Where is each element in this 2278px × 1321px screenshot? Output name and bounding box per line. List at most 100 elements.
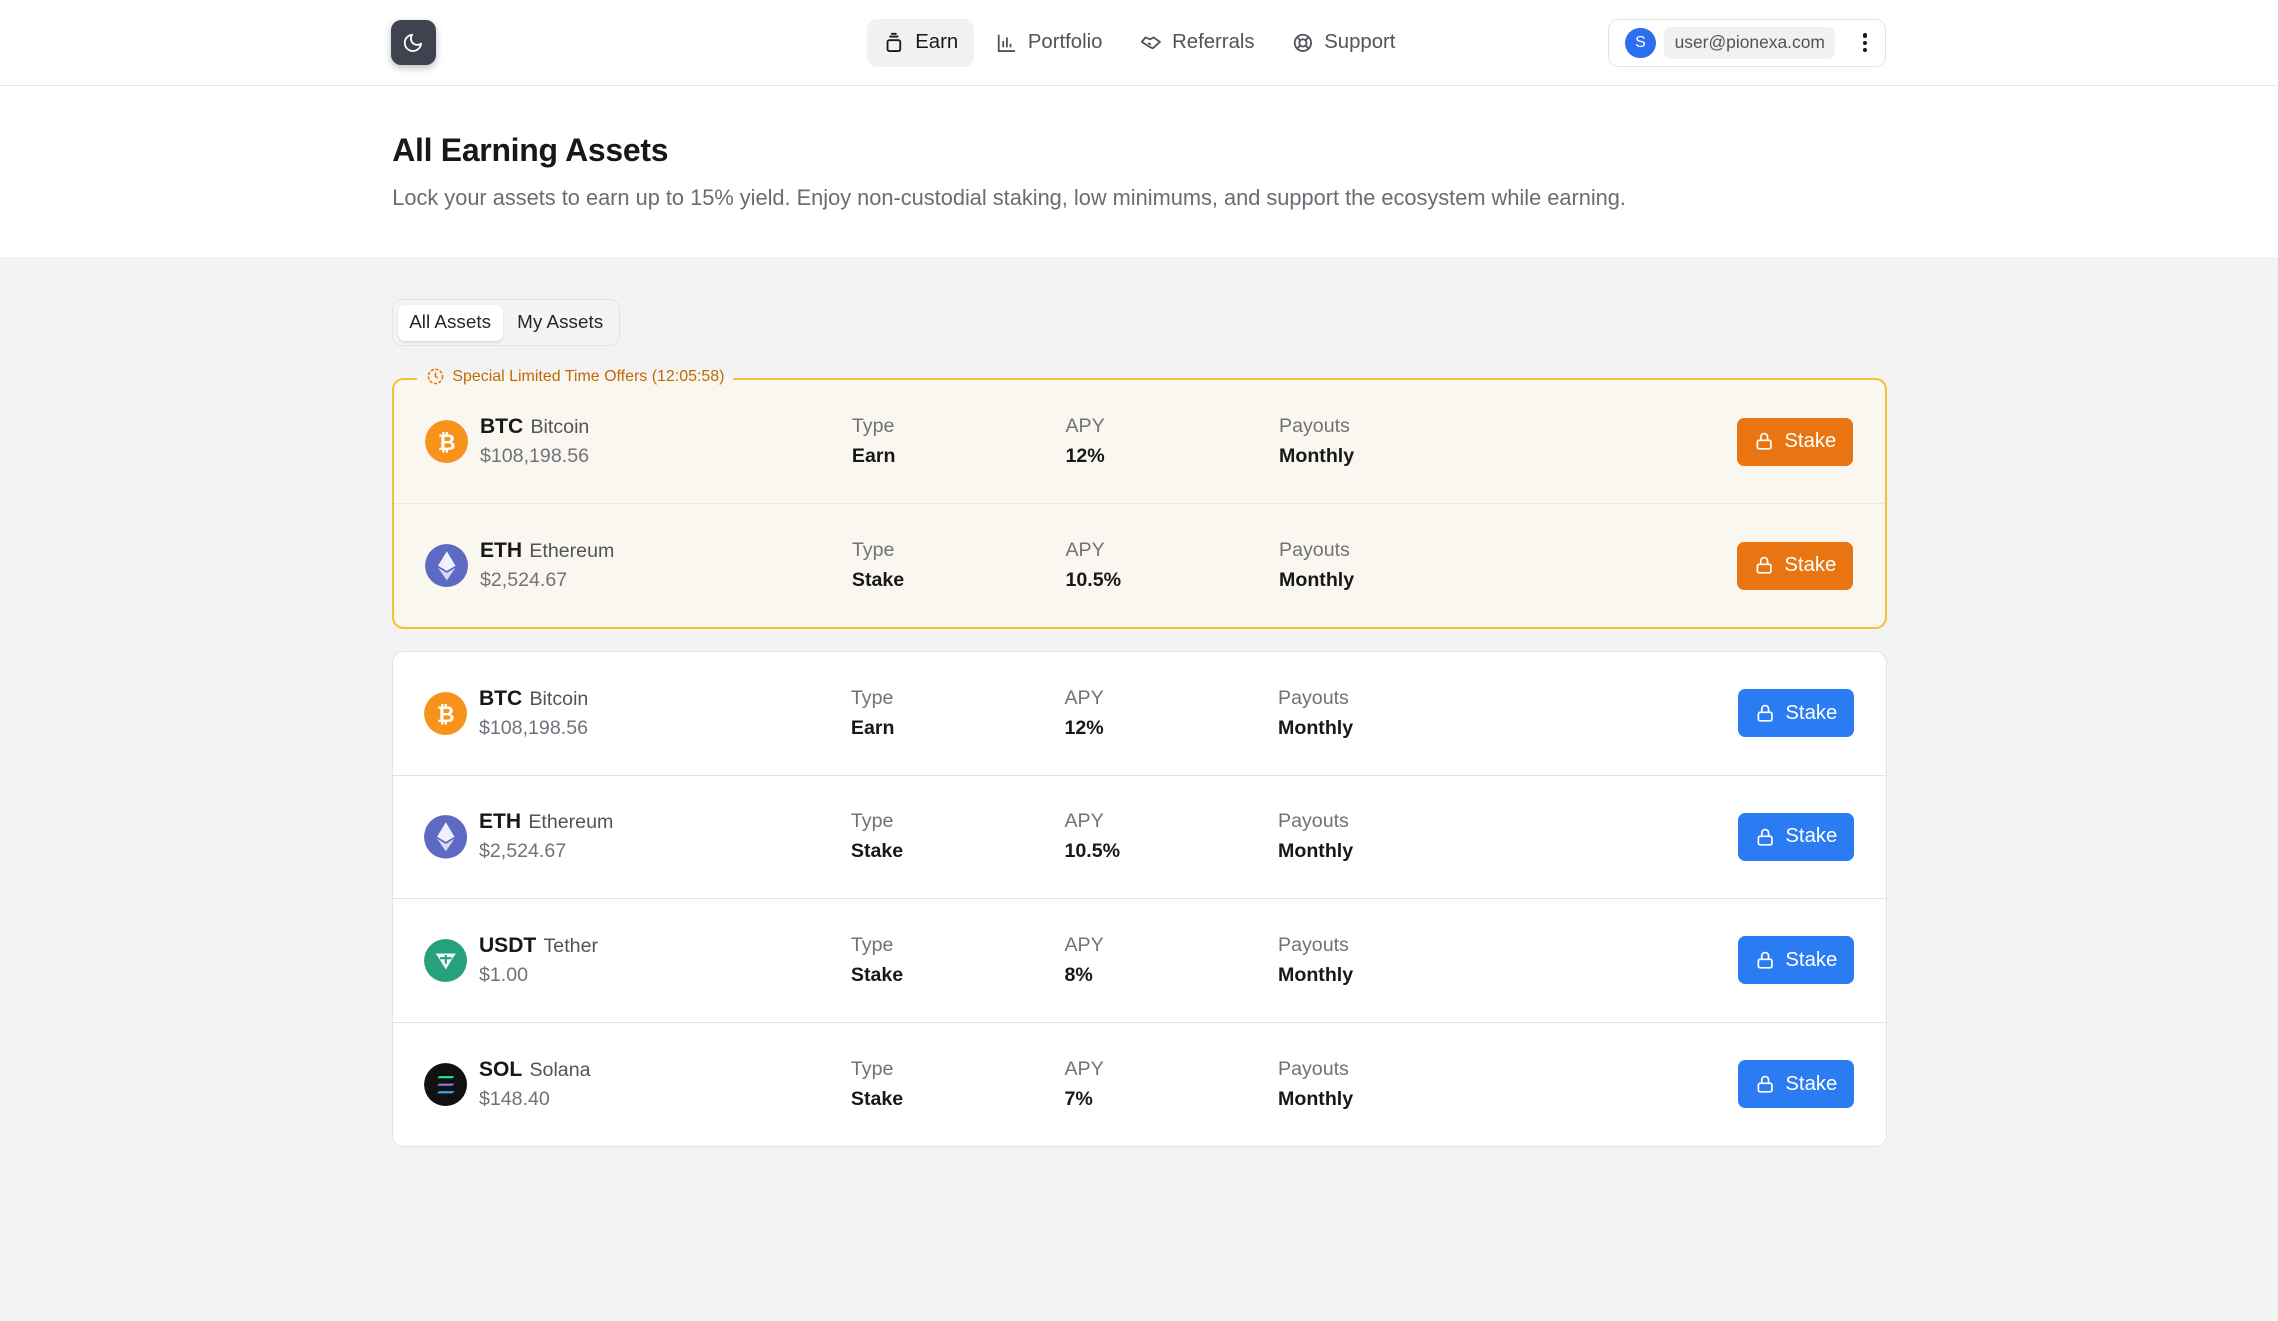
lock-icon (1757, 704, 1773, 722)
payouts-label: Payouts (1278, 933, 1349, 956)
stake-button[interactable]: Stake (1737, 541, 1854, 590)
btc-icon: ₿ (423, 691, 468, 736)
special-row: ETH Ethereum $2,524.67 Type Stake APY 10.5%… (394, 504, 1885, 627)
btc-icon: ₿ (424, 419, 469, 464)
type-cell: Type Earn (851, 687, 895, 740)
type-label: Type (850, 933, 894, 956)
asset-name: Tether (543, 934, 599, 957)
type-cell: Type Stake (851, 810, 903, 863)
theme-toggle-button[interactable] (390, 20, 436, 66)
apy-value: 12% (1064, 717, 1104, 739)
lifebuoy-icon (1294, 33, 1313, 52)
nav-portfolio[interactable]: Portfolio (980, 19, 1118, 67)
user-menu[interactable]: S user@pionexa.com (1608, 18, 1886, 67)
asset-price: $1.00 (478, 963, 529, 986)
asset-price: $108,198.56 (479, 445, 590, 468)
payouts-value: Monthly (1279, 569, 1355, 592)
nav-earn[interactable]: Earn (867, 18, 975, 67)
apy-cell: APY 12% (1065, 415, 1104, 468)
apy-label: APY (1064, 810, 1104, 833)
stake-button[interactable]: Stake (1738, 812, 1855, 861)
more-options-icon[interactable] (1857, 31, 1873, 56)
payouts-value: Monthly (1279, 445, 1355, 468)
svg-text:₿: ₿ (438, 431, 456, 456)
payouts-cell: Payouts Monthly (1279, 415, 1354, 468)
stake-button[interactable]: Stake (1737, 417, 1854, 466)
lock-icon (1756, 433, 1772, 451)
stake-button[interactable]: Stake (1738, 1060, 1855, 1109)
payouts-value: Monthly (1278, 717, 1354, 739)
apy-value: 12% (1065, 445, 1105, 468)
moon-icon (404, 33, 423, 52)
asset-name: Bitcoin (530, 416, 590, 439)
asset-symbol: ETH (478, 810, 522, 834)
payouts-cell: Payouts Monthly (1278, 934, 1353, 987)
asset-info: ETH Ethereum $2,524.67 (479, 810, 613, 863)
main-nav: Earn Portfolio Referrals Support (867, 18, 1411, 67)
payouts-label: Payouts (1278, 686, 1349, 709)
user-email: user@pionexa.com (1664, 26, 1836, 60)
apy-label: APY (1064, 686, 1104, 709)
asset-price: $2,524.67 (478, 840, 567, 863)
asset-row: SOL Solana $148.40 Type Stake APY 7% Payout… (393, 1023, 1886, 1146)
tab-all-assets[interactable]: All Assets (397, 304, 503, 342)
type-value: Stake (850, 840, 904, 863)
type-label: Type (850, 1057, 894, 1080)
apy-cell: APY 12% (1064, 687, 1103, 740)
special-row: ₿ BTC Bitcoin $108,198.56 Type Earn APY 12%… (394, 380, 1886, 504)
tab-my-assets[interactable]: My Assets (506, 305, 615, 342)
lock-icon (1756, 557, 1772, 575)
nav-support[interactable]: Support (1276, 19, 1411, 67)
asset-info: BTC Bitcoin $108,198.56 (480, 415, 589, 468)
asset-name: Solana (529, 1058, 591, 1081)
page-header: All Earning Assets Lock your assets to e… (0, 85, 2278, 258)
apy-cell: APY 7% (1064, 1058, 1103, 1111)
lock-icon (1757, 828, 1773, 846)
asset-price: $108,198.56 (478, 716, 589, 739)
nav-portfolio-label: Portfolio (1027, 31, 1103, 54)
payouts-value: Monthly (1278, 963, 1354, 986)
asset-info: BTC Bitcoin $108,198.56 (479, 687, 588, 740)
bar-chart-icon (997, 34, 1015, 52)
payouts-label: Payouts (1278, 810, 1349, 833)
type-value: Stake (851, 569, 905, 592)
stake-label: Stake (1785, 1072, 1838, 1095)
nav-earn-label: Earn (915, 31, 959, 54)
asset-price: $148.40 (478, 1087, 550, 1110)
type-value: Stake (850, 963, 904, 986)
sol-icon (423, 1062, 468, 1107)
apy-label: APY (1064, 933, 1104, 956)
asset-symbol: SOL (478, 1057, 523, 1081)
apy-cell: APY 10.5% (1064, 810, 1120, 863)
payouts-cell: Payouts Monthly (1278, 810, 1353, 863)
payouts-cell: Payouts Monthly (1278, 687, 1353, 740)
type-value: Earn (851, 445, 896, 468)
apy-cell: APY 10.5% (1065, 539, 1121, 592)
stake-button[interactable]: Stake (1738, 936, 1855, 985)
top-bar: Earn Portfolio Referrals Support S user@… (0, 0, 2278, 86)
asset-row: USDT Tether $1.00 Type Stake APY 8% Payouts… (393, 899, 1887, 1023)
asset-price: $2,524.67 (479, 569, 568, 591)
asset-symbol: USDT (478, 933, 537, 957)
asset-tabs: All Assets My Assets (392, 299, 621, 347)
nav-referrals[interactable]: Referrals (1124, 19, 1270, 67)
stake-label: Stake (1784, 430, 1837, 453)
stake-button[interactable]: Stake (1738, 689, 1855, 738)
stake-label: Stake (1784, 554, 1837, 577)
type-cell: Type Stake (852, 539, 904, 592)
type-label: Type (851, 415, 895, 437)
main-content: All Assets My Assets Special Limited Tim… (0, 257, 1888, 1148)
payouts-value: Monthly (1278, 1087, 1354, 1110)
nav-referrals-label: Referrals (1172, 31, 1255, 54)
type-value: Earn (850, 717, 895, 739)
nav-support-label: Support (1324, 31, 1396, 54)
asset-name: Ethereum (529, 540, 615, 563)
asset-row: ETH Ethereum $2,524.67 Type Stake APY 10.5%… (393, 776, 1887, 900)
payouts-label: Payouts (1278, 1057, 1349, 1080)
apy-label: APY (1065, 415, 1105, 437)
usdt-icon (423, 938, 468, 983)
eth-icon (423, 815, 468, 859)
type-label: Type (850, 686, 894, 709)
apy-cell: APY 8% (1064, 934, 1103, 987)
asset-symbol: BTC (479, 415, 524, 439)
